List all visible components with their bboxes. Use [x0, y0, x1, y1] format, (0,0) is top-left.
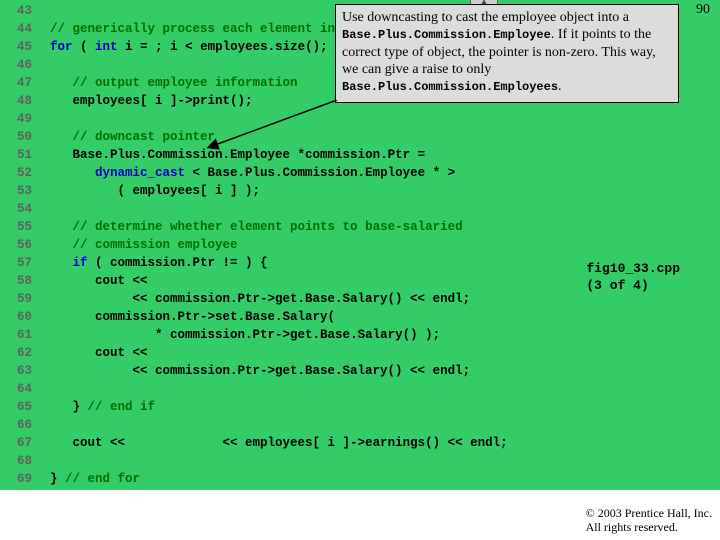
code-keyword: dynamic_cast: [95, 166, 185, 180]
line-number: 67: [0, 434, 38, 452]
line-number: 63: [0, 362, 38, 380]
code-area: 4344454647484950515253545556575859606162…: [0, 0, 720, 490]
code-text: ) {: [245, 256, 268, 270]
callout-text: Use downcasting to cast the employee obj…: [342, 10, 629, 25]
code-keyword: if: [73, 256, 88, 270]
callout-text: .: [558, 79, 562, 94]
code-text: cout <<: [95, 346, 148, 360]
line-number: 53: [0, 182, 38, 200]
copyright-line: All rights reserved.: [586, 520, 712, 534]
line-number: 68: [0, 452, 38, 470]
code-text: ( employees[ i ] );: [118, 184, 261, 198]
line-number: 51: [0, 146, 38, 164]
code-text: << commission.Ptr->get.Base.Salary() << …: [133, 364, 471, 378]
line-number: 62: [0, 344, 38, 362]
line-number: 46: [0, 56, 38, 74]
figure-label: fig10_33.cpp (3 of 4): [586, 260, 680, 294]
code-text: cout << << employees[ i ]->earnings() <<…: [73, 436, 508, 450]
code-comment: // end if: [88, 400, 156, 414]
line-number: 48: [0, 92, 38, 110]
code-comment: // downcast pointer: [73, 130, 216, 144]
line-number-gutter: 4344454647484950515253545556575859606162…: [0, 2, 38, 488]
code-keyword: for: [50, 40, 73, 54]
line-number: 64: [0, 380, 38, 398]
copyright-notice: © 2003 Prentice Hall, Inc. All rights re…: [586, 506, 712, 534]
line-number: 59: [0, 290, 38, 308]
line-number: 50: [0, 128, 38, 146]
line-number: 65: [0, 398, 38, 416]
code-text: commission.Ptr->set.Base.Salary(: [95, 310, 335, 324]
line-number: 55: [0, 218, 38, 236]
code-text: * commission.Ptr->get.Base.Salary() );: [155, 328, 440, 342]
code-text: << commission.Ptr->get.Base.Salary() << …: [133, 292, 471, 306]
code-comment: // commission employee: [73, 238, 238, 252]
code-text: i =: [118, 40, 156, 54]
line-number: 45: [0, 38, 38, 56]
callout-mono: Base.Plus.Commission.Employee: [342, 28, 551, 42]
line-number: 49: [0, 110, 38, 128]
annotation-callout: Use downcasting to cast the employee obj…: [335, 4, 679, 103]
code-comment: // output employee information: [73, 76, 298, 90]
code-keyword: int: [95, 40, 118, 54]
figure-filename: fig10_33.cpp: [586, 260, 680, 277]
line-number: 52: [0, 164, 38, 182]
line-number: 56: [0, 236, 38, 254]
copyright-line: © 2003 Prentice Hall, Inc.: [586, 506, 712, 520]
line-number: 58: [0, 272, 38, 290]
code-text: Base.Plus.Commission.Employee *commissio…: [73, 148, 426, 162]
code-text: }: [50, 472, 65, 486]
code-comment: // end for: [65, 472, 140, 486]
line-number: 69: [0, 470, 38, 488]
line-number: 66: [0, 416, 38, 434]
code-text: < Base.Plus.Commission.Employee * >: [185, 166, 455, 180]
figure-part: (3 of 4): [586, 277, 680, 294]
line-number: 44: [0, 20, 38, 38]
line-number: 60: [0, 308, 38, 326]
code-text: }: [73, 400, 88, 414]
callout-mono: Base.Plus.Commission.Employees: [342, 80, 558, 94]
code-text: ( commission.Ptr !=: [88, 256, 246, 270]
line-number: 54: [0, 200, 38, 218]
code-comment: // determine whether element points to b…: [73, 220, 463, 234]
code-text: (: [73, 40, 96, 54]
line-number: 57: [0, 254, 38, 272]
code-text: employees[ i ]->print();: [73, 94, 253, 108]
line-number: 43: [0, 2, 38, 20]
code-text: cout <<: [95, 274, 148, 288]
line-number: 61: [0, 326, 38, 344]
slide-number: 90: [696, 2, 710, 18]
line-number: 47: [0, 74, 38, 92]
